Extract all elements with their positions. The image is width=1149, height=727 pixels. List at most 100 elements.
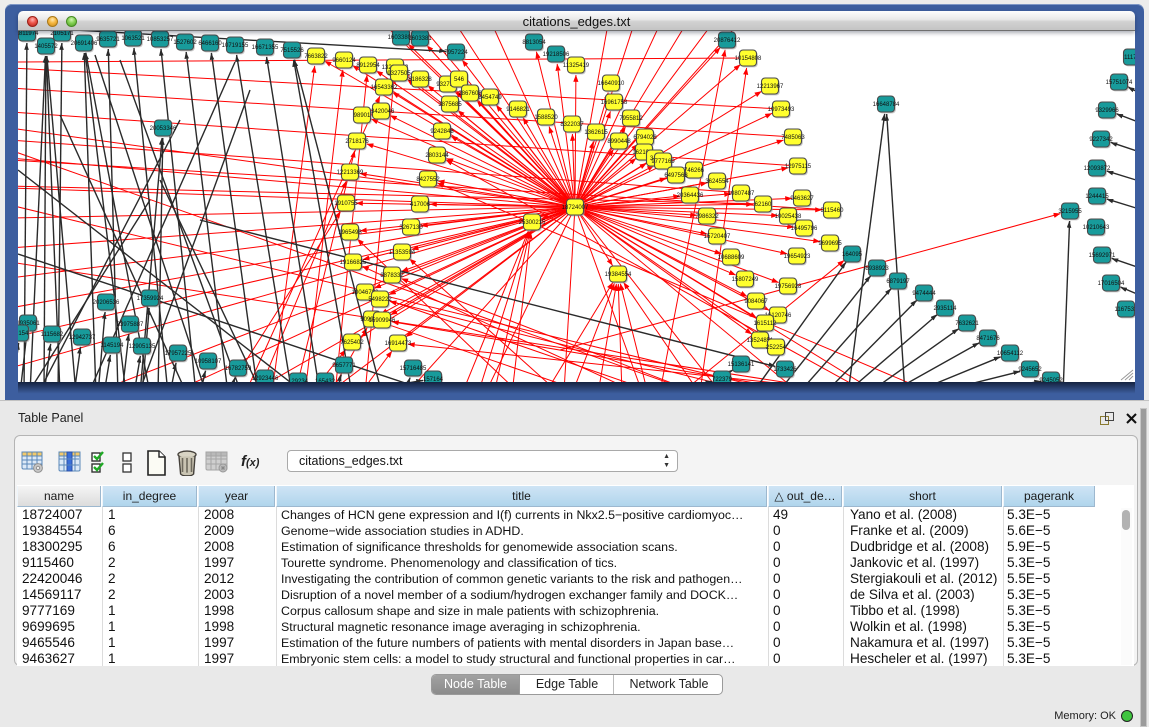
svg-text:10210643: 10210643	[1083, 225, 1110, 231]
svg-text:62160: 62160	[755, 202, 772, 208]
svg-text:1405572: 1405572	[34, 44, 58, 50]
svg-text:8912954: 8912954	[356, 63, 380, 69]
svg-text:1811974: 1811974	[18, 31, 39, 37]
svg-text:1965498: 1965498	[338, 230, 362, 236]
svg-text:10719155: 10719155	[222, 43, 249, 49]
svg-text:16640910: 16640910	[598, 81, 625, 87]
svg-text:9084067: 9084067	[744, 299, 768, 305]
svg-text:19384554: 19384554	[605, 272, 632, 278]
svg-text:19218506: 19218506	[543, 52, 570, 58]
svg-text:6879197: 6879197	[886, 279, 910, 285]
svg-text:9329966: 9329966	[1095, 108, 1119, 114]
svg-text:8322037: 8322037	[560, 122, 584, 128]
svg-text:23975887: 23975887	[117, 322, 144, 328]
svg-text:12213967: 12213967	[757, 84, 784, 90]
svg-text:15751074: 15751074	[1106, 80, 1133, 86]
svg-text:9463627: 9463627	[790, 196, 814, 202]
svg-text:1527602: 1527602	[173, 40, 197, 46]
svg-text:9699695: 9699695	[818, 241, 842, 247]
svg-text:6497568: 6497568	[664, 173, 688, 179]
svg-text:11325419: 11325419	[563, 63, 590, 69]
svg-text:20364436: 20364436	[677, 193, 704, 199]
svg-text:12905135: 12905135	[129, 344, 156, 350]
svg-text:3875685: 3875685	[438, 102, 462, 108]
svg-text:8471676: 8471676	[976, 336, 1000, 342]
svg-text:15807249: 15807249	[732, 277, 759, 283]
svg-text:9635721: 9635721	[96, 37, 120, 43]
svg-text:20053346: 20053346	[150, 126, 177, 132]
svg-text:12093872: 12093872	[1084, 166, 1111, 172]
svg-text:20206536: 20206536	[93, 300, 120, 306]
svg-text:98901: 98901	[354, 113, 371, 119]
svg-text:9474444: 9474444	[912, 291, 936, 297]
svg-text:8878332: 8878332	[380, 273, 404, 279]
svg-text:7957224: 7957224	[444, 50, 468, 56]
svg-text:20691406: 20691406	[71, 41, 98, 47]
svg-text:18724007: 18724007	[562, 205, 589, 211]
svg-text:16961758: 16961758	[601, 100, 628, 106]
svg-text:8938923: 8938923	[865, 266, 889, 272]
svg-text:10807487: 10807487	[728, 191, 755, 197]
svg-text:8427552: 8427552	[416, 177, 440, 183]
svg-text:1362615: 1362615	[584, 130, 608, 136]
svg-text:15692971: 15692971	[1089, 253, 1116, 259]
svg-text:1588520: 1588520	[534, 115, 558, 121]
svg-text:9660124: 9660124	[332, 58, 356, 64]
svg-text:9227342: 9227342	[1089, 137, 1113, 143]
svg-text:417006: 417006	[410, 202, 431, 208]
svg-text:15909946: 15909946	[369, 318, 396, 324]
svg-text:2718176: 2718176	[345, 139, 369, 145]
svg-text:8186328: 8186328	[408, 77, 432, 83]
svg-text:6794028: 6794028	[633, 135, 657, 141]
svg-text:546: 546	[454, 77, 465, 83]
svg-text:19166825: 19166825	[340, 260, 367, 266]
svg-text:17016504: 17016504	[1098, 281, 1125, 287]
svg-text:10958107: 10958107	[195, 359, 222, 365]
svg-text:7663822: 7663822	[304, 54, 328, 60]
svg-text:16671355: 16671355	[252, 45, 279, 51]
svg-text:9777169: 9777169	[651, 159, 675, 165]
svg-text:7625402: 7625402	[340, 340, 364, 346]
svg-text:7955812: 7955812	[619, 116, 643, 122]
svg-text:2935114: 2935114	[934, 306, 958, 312]
svg-text:8990448: 8990448	[607, 139, 631, 145]
svg-text:3267130: 3267130	[399, 225, 423, 231]
svg-text:2105171: 2105171	[50, 31, 74, 37]
svg-text:15136141: 15136141	[728, 362, 755, 368]
svg-text:19756928: 19756928	[775, 284, 802, 290]
svg-text:12975115: 12975115	[785, 164, 812, 170]
svg-text:7485063: 7485063	[781, 135, 805, 141]
svg-text:9115460: 9115460	[821, 208, 845, 214]
svg-text:11174: 11174	[1124, 55, 1135, 61]
svg-text:12942737: 12942737	[69, 335, 96, 341]
svg-text:25300215: 25300215	[519, 220, 546, 226]
svg-text:16914473: 16914473	[385, 341, 412, 347]
svg-text:20876412: 20876412	[714, 38, 741, 44]
svg-text:16543362: 16543362	[371, 85, 398, 91]
svg-text:1615112: 1615112	[754, 321, 778, 327]
svg-text:252254: 252254	[766, 345, 787, 351]
svg-text:1167531: 1167531	[1115, 307, 1135, 313]
svg-text:7986322: 7986322	[695, 214, 719, 220]
svg-text:17359924: 17359924	[137, 296, 164, 302]
svg-text:6466160: 6466160	[198, 41, 222, 47]
svg-text:16495796: 16495796	[791, 226, 818, 232]
svg-text:9242848: 9242848	[430, 129, 454, 135]
svg-text:12213369: 12213369	[337, 170, 364, 176]
svg-text:16782759: 16782759	[225, 366, 252, 372]
svg-text:7515526: 7515526	[280, 48, 304, 54]
svg-text:3624554: 3624554	[705, 179, 729, 185]
svg-text:15720407: 15720407	[704, 234, 731, 240]
svg-text:5498222: 5498222	[368, 297, 392, 303]
svg-text:1603381: 1603381	[408, 36, 432, 42]
svg-text:10154808: 10154808	[735, 56, 762, 62]
svg-text:8813054: 8813054	[522, 40, 546, 46]
svg-text:3215955: 3215955	[1058, 209, 1082, 215]
svg-text:15716485: 15716485	[400, 366, 427, 372]
svg-text:16648784: 16648784	[873, 102, 900, 108]
svg-text:9657771: 9657771	[332, 363, 356, 369]
svg-text:1910755: 1910755	[334, 201, 358, 207]
svg-text:39154: 39154	[18, 331, 29, 337]
svg-text:8454749: 8454749	[478, 95, 502, 101]
svg-text:10688609: 10688609	[718, 255, 745, 261]
